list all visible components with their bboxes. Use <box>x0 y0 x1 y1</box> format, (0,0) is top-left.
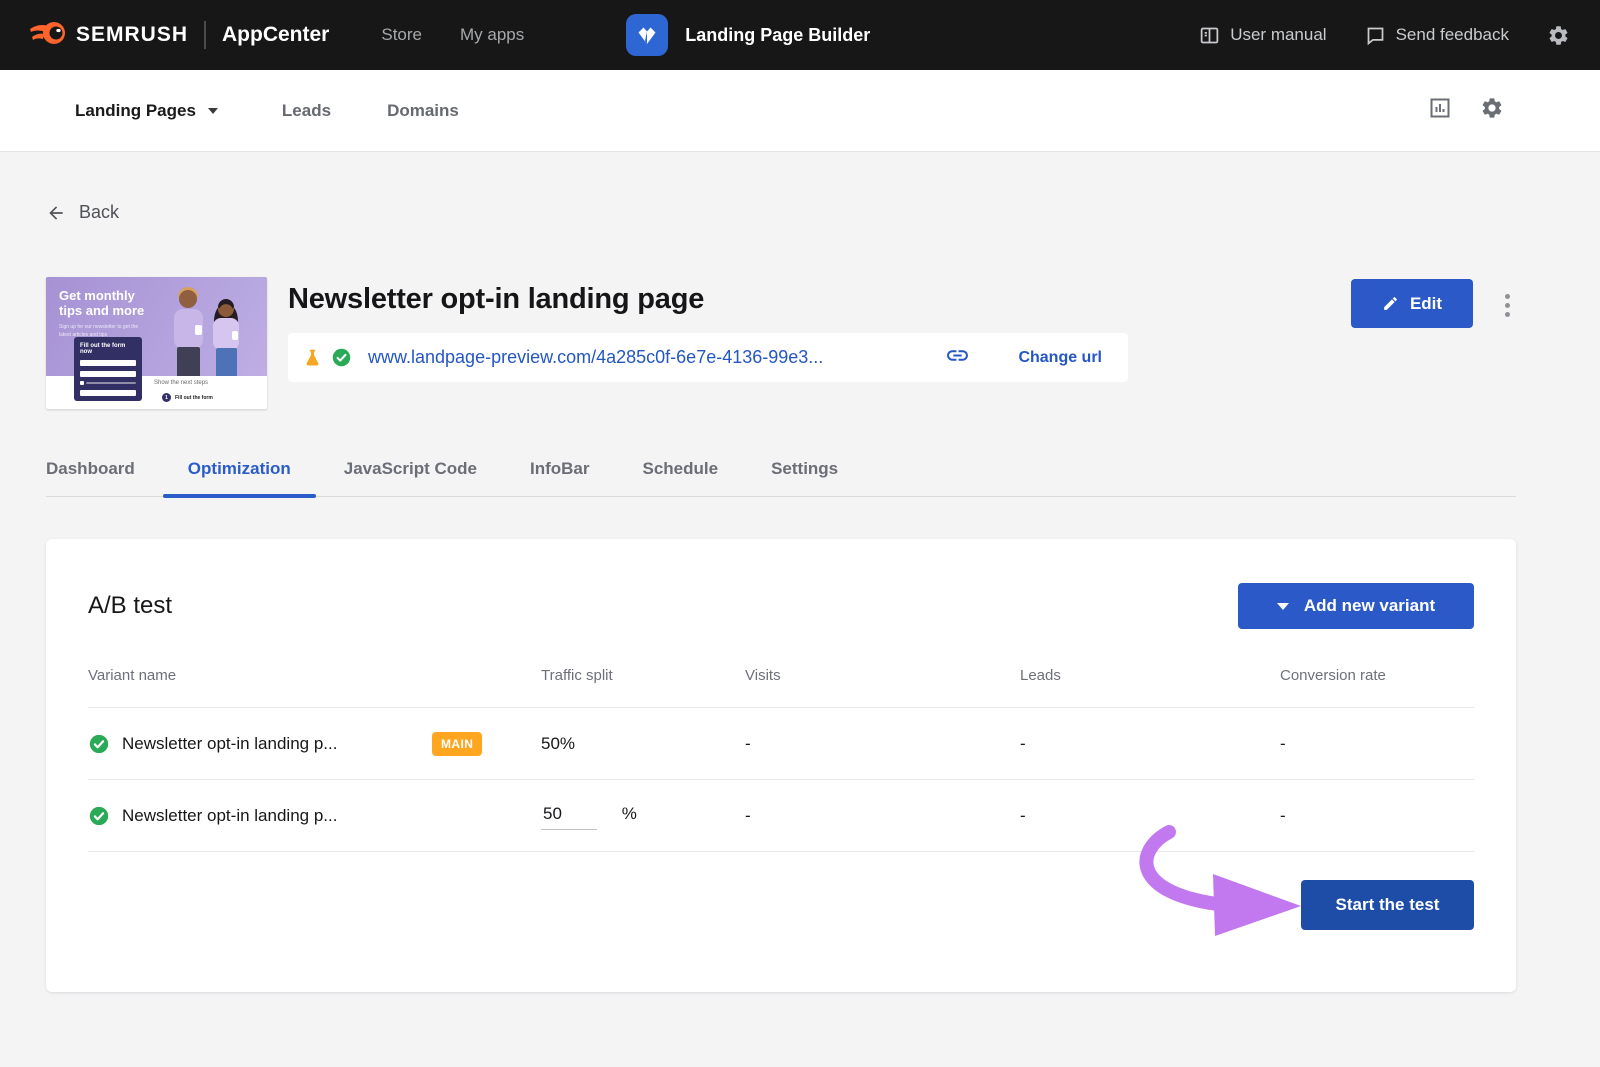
nav-domains[interactable]: Domains <box>387 101 459 121</box>
url-bar: www.landpage-preview.com/4a285c0f-6e7e-4… <box>288 333 1128 382</box>
table-header-row: Variant name Traffic split Visits Leads … <box>88 667 1474 707</box>
visits-value: - <box>745 734 1020 754</box>
tab-infobar[interactable]: InfoBar <box>530 459 590 496</box>
visits-value: - <box>745 806 1020 826</box>
book-icon <box>1199 25 1220 46</box>
reports-chart-icon[interactable] <box>1428 96 1452 125</box>
main-variant-badge: MAIN <box>432 732 482 756</box>
table-row: Newsletter opt-in landing p... MAIN 50% … <box>88 707 1474 779</box>
tab-settings[interactable]: Settings <box>771 459 838 496</box>
feedback-bubble-icon <box>1365 25 1386 46</box>
tab-optimization[interactable]: Optimization <box>188 459 291 496</box>
change-url-button[interactable]: Change url <box>1018 349 1102 367</box>
landing-page-thumbnail[interactable]: Get monthly tips and more Sign up for ou… <box>46 277 267 409</box>
thumbnail-steps-title: Show the next steps <box>154 380 208 386</box>
copy-link-icon[interactable] <box>945 343 970 373</box>
nav-leads[interactable]: Leads <box>282 101 331 121</box>
col-traffic-split: Traffic split <box>541 667 745 684</box>
edit-label: Edit <box>1410 294 1442 314</box>
col-conversion-rate: Conversion rate <box>1280 667 1474 684</box>
variant-name-link[interactable]: Newsletter opt-in landing p... <box>122 806 398 826</box>
tab-dashboard[interactable]: Dashboard <box>46 459 135 496</box>
send-feedback-label: Send feedback <box>1396 25 1509 45</box>
thumbnail-step-item: 1 Fill out the form <box>162 393 213 402</box>
pencil-icon <box>1382 295 1399 312</box>
app-name: Landing Page Builder <box>685 25 870 46</box>
thumbnail-people-illustration <box>133 281 263 377</box>
user-manual-link[interactable]: User manual <box>1199 25 1326 46</box>
tab-schedule[interactable]: Schedule <box>642 459 718 496</box>
col-leads: Leads <box>1020 667 1280 684</box>
edit-button[interactable]: Edit <box>1351 279 1473 328</box>
thumbnail-form-terms <box>80 381 136 385</box>
thumbnail-form-input <box>80 360 136 366</box>
ab-test-card: A/B test Add new variant Variant name Tr… <box>46 539 1516 992</box>
check-circle-icon <box>331 347 352 368</box>
back-link[interactable]: Back <box>46 202 166 223</box>
leads-value: - <box>1020 734 1280 754</box>
send-feedback-link[interactable]: Send feedback <box>1365 25 1509 46</box>
page-title: Newsletter opt-in landing page <box>288 283 1351 316</box>
add-new-variant-button[interactable]: Add new variant <box>1238 583 1474 629</box>
leads-value: - <box>1020 806 1280 826</box>
store-link[interactable]: Store <box>381 25 422 45</box>
page-tabs: Dashboard Optimization JavaScript Code I… <box>46 459 1516 497</box>
app-identity: Landing Page Builder <box>626 14 870 56</box>
chevron-down-icon <box>1277 603 1289 610</box>
table-row: Newsletter opt-in landing p... % - - - <box>88 779 1474 851</box>
brand-divider <box>204 21 206 49</box>
thumbnail-form-input <box>80 371 136 377</box>
topnav-gear-icon[interactable] <box>1547 24 1570 47</box>
my-apps-link[interactable]: My apps <box>460 25 524 45</box>
landing-page-builder-app-icon <box>626 14 668 56</box>
traffic-split-unit: % <box>622 804 637 823</box>
preview-url-link[interactable]: www.landpage-preview.com/4a285c0f-6e7e-4… <box>368 347 823 368</box>
start-the-test-button[interactable]: Start the test <box>1301 880 1474 930</box>
semrush-logo[interactable]: SEMRUSH AppCenter <box>28 20 329 50</box>
brand-suffix: AppCenter <box>222 23 329 47</box>
col-variant-name: Variant name <box>88 667 541 684</box>
variant-status-check-icon <box>88 733 110 755</box>
traffic-split-input[interactable] <box>541 802 597 830</box>
traffic-split-value: 50% <box>541 734 745 754</box>
landing-pages-label: Landing Pages <box>75 101 196 121</box>
semrush-flame-icon <box>28 20 66 50</box>
back-label: Back <box>79 202 119 223</box>
variant-name-link[interactable]: Newsletter opt-in landing p... <box>122 734 398 754</box>
thumbnail-form-card: Fill out the form now <box>74 337 142 401</box>
col-visits: Visits <box>745 667 1020 684</box>
top-navbar: SEMRUSH AppCenter Store My apps Landing … <box>0 0 1600 70</box>
brand-name: SEMRUSH <box>76 23 188 47</box>
add-variant-label: Add new variant <box>1304 596 1435 616</box>
nav-landing-pages[interactable]: Landing Pages <box>75 101 218 121</box>
tab-javascript-code[interactable]: JavaScript Code <box>344 459 477 496</box>
thumbnail-form-input <box>80 390 136 396</box>
thumbnail-form-title: Fill out the form now <box>80 343 136 355</box>
thumbnail-heading: Get monthly tips and more <box>59 288 144 319</box>
user-manual-label: User manual <box>1230 25 1326 45</box>
more-options-kebab-icon[interactable] <box>1499 290 1516 321</box>
conversion-rate-value: - <box>1280 734 1474 754</box>
conversion-rate-value: - <box>1280 806 1474 826</box>
back-arrow-icon <box>46 203 66 223</box>
ab-test-flask-icon <box>302 347 323 369</box>
subnav-gear-icon[interactable] <box>1480 96 1504 125</box>
variant-status-check-icon <box>88 805 110 827</box>
app-subnav: Landing Pages Leads Domains <box>0 70 1600 152</box>
chevron-down-icon <box>208 108 218 114</box>
ab-test-title: A/B test <box>88 592 172 620</box>
variants-table: Variant name Traffic split Visits Leads … <box>88 667 1474 851</box>
